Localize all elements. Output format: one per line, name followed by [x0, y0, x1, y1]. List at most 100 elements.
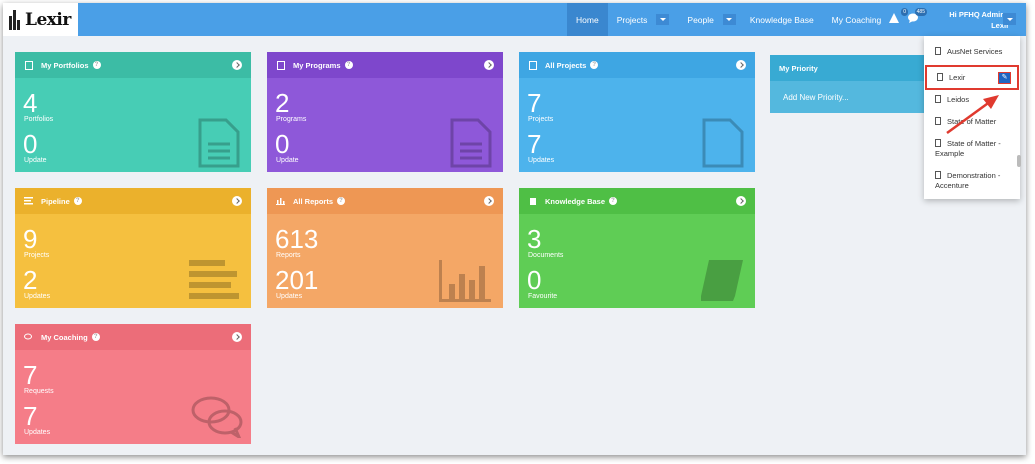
- org-option-label: Demonstration - Accenture: [935, 171, 1001, 190]
- card-title: Pipeline: [41, 196, 70, 206]
- help-icon[interactable]: ?: [73, 197, 82, 205]
- card-title: All Projects: [545, 60, 587, 70]
- book-watermark-icon: [701, 260, 743, 301]
- card-reports[interactable]: All Reports ? 613 Reports 201 Updates: [267, 188, 503, 308]
- building-icon: [935, 139, 941, 148]
- knowledge-favourite-label: Favourite: [528, 293, 558, 300]
- card-header: My Programs ?: [267, 52, 503, 78]
- building-icon: [937, 73, 943, 82]
- list-icon: [24, 197, 33, 206]
- dropdown-scrollbar[interactable]: [1017, 155, 1021, 167]
- pipeline-update-count: 2: [23, 265, 38, 295]
- portfolios-label: Portfolios: [24, 116, 54, 123]
- card-pipeline[interactable]: Pipeline ? 9 Projects 2 Updates: [15, 188, 251, 308]
- top-navbar: Lexir Home Projects People Knowledge Bas…: [3, 3, 1026, 36]
- user-menu[interactable]: Hi PFHQ Admin , Lexir: [927, 3, 1009, 36]
- alerts-button[interactable]: 0: [888, 8, 908, 25]
- card-portfolios[interactable]: My Portfolios ? 4 Portfolios 0 Update: [15, 52, 251, 172]
- card-programs[interactable]: My Programs ? 2 Programs 0 Update: [267, 52, 503, 172]
- nav-home[interactable]: Home: [567, 3, 608, 36]
- org-option[interactable]: Demonstration - Accenture: [924, 162, 1020, 194]
- annotation-arrow-icon: [946, 95, 999, 135]
- card-title: My Portfolios: [41, 60, 89, 70]
- help-icon[interactable]: ?: [91, 333, 100, 341]
- user-greeting: Hi PFHQ Admin ,: [949, 10, 1009, 19]
- programs-count: 2: [275, 88, 290, 118]
- card-projects[interactable]: All Projects ? 7 Projects 7 Updates: [519, 52, 755, 172]
- book-icon: [528, 197, 537, 206]
- people-dropdown-caret[interactable]: [722, 14, 736, 25]
- user-org: Lexir: [991, 21, 1009, 30]
- knowledge-count: 3: [527, 224, 542, 254]
- arrow-right-icon[interactable]: [232, 196, 242, 206]
- help-icon[interactable]: ?: [337, 197, 346, 205]
- app-window: Lexir Home Projects People Knowledge Bas…: [3, 3, 1026, 455]
- priority-title: My Priority: [779, 63, 818, 73]
- user-menu-caret[interactable]: [1003, 13, 1016, 25]
- arrow-right-icon[interactable]: [736, 196, 746, 206]
- help-icon[interactable]: ?: [609, 197, 618, 205]
- help-icon[interactable]: ?: [92, 61, 101, 69]
- nav-my-coaching[interactable]: My Coaching: [823, 3, 891, 36]
- arrow-right-icon[interactable]: [232, 332, 242, 342]
- pipeline-count: 9: [23, 224, 38, 254]
- nav-people[interactable]: People: [673, 3, 722, 36]
- projects-update-count: 7: [527, 129, 542, 159]
- help-icon[interactable]: ?: [590, 61, 599, 69]
- projects-dropdown-caret[interactable]: [656, 14, 670, 25]
- file-watermark-icon: [702, 118, 744, 168]
- list-watermark-icon: [189, 260, 239, 299]
- card-header: All Projects ?: [519, 52, 755, 78]
- add-priority-link[interactable]: Add New Priority...: [770, 81, 925, 113]
- nav-projects[interactable]: Projects: [608, 3, 657, 36]
- org-option-label: AusNet Services: [947, 47, 1003, 56]
- logo-text: Lexir: [25, 9, 71, 30]
- arrow-right-icon[interactable]: [484, 60, 494, 70]
- messages-button[interactable]: 485: [907, 8, 927, 25]
- messages-badge: 485: [914, 8, 927, 16]
- document-icon: [24, 60, 33, 70]
- logo-icon: [9, 9, 23, 30]
- knowledge-favourite-count: 0: [527, 265, 542, 295]
- bar-chart-watermark-icon: [439, 260, 491, 302]
- coaching-label: Requests: [24, 388, 54, 395]
- card-coaching[interactable]: My Coaching ? 7 Requests 7 Updates: [15, 324, 251, 444]
- main-nav: Home Projects People Knowledge Base My C…: [567, 3, 890, 36]
- arrow-right-icon[interactable]: [736, 60, 746, 70]
- projects-update-label: Updates: [528, 157, 555, 164]
- document-watermark-icon: [198, 118, 240, 168]
- card-title: All Reports: [293, 196, 334, 206]
- portfolios-update-label: Update: [24, 157, 47, 164]
- portfolios-count: 4: [23, 88, 38, 118]
- org-option-selected[interactable]: Lexir ✎: [925, 65, 1019, 90]
- card-knowledge-base[interactable]: Knowledge Base ? 3 Documents 0 Favourite: [519, 188, 755, 308]
- programs-update-label: Update: [276, 157, 299, 164]
- coaching-update-label: Updates: [24, 429, 51, 436]
- edit-pencil-icon[interactable]: ✎: [998, 72, 1011, 84]
- card-header: My Coaching ?: [15, 324, 251, 350]
- building-icon: [935, 95, 941, 104]
- programs-update-count: 0: [275, 129, 290, 159]
- card-header: Pipeline ?: [15, 188, 251, 214]
- arrow-right-icon[interactable]: [232, 60, 242, 70]
- reports-update-label: Updates: [276, 293, 303, 300]
- pipeline-update-label: Updates: [24, 293, 51, 300]
- projects-count: 7: [527, 88, 542, 118]
- card-title: My Programs: [293, 60, 341, 70]
- card-header: Knowledge Base ?: [519, 188, 755, 214]
- coaching-update-count: 7: [23, 401, 38, 431]
- reports-update-count: 201: [275, 265, 319, 295]
- projects-label: Projects: [528, 116, 554, 123]
- org-option[interactable]: AusNet Services: [924, 42, 1020, 60]
- comments-watermark-icon: [191, 396, 243, 438]
- arrow-right-icon[interactable]: [484, 196, 494, 206]
- bar-chart-icon: [276, 197, 285, 206]
- warning-icon: [889, 13, 899, 23]
- portfolios-update-count: 0: [23, 129, 38, 159]
- app-logo[interactable]: Lexir: [3, 3, 78, 36]
- document-watermark-icon: [450, 118, 492, 168]
- card-priority: My Priority Add New Priority...: [770, 55, 925, 113]
- help-icon[interactable]: ?: [344, 61, 353, 69]
- programs-label: Programs: [276, 116, 307, 123]
- nav-knowledge-base[interactable]: Knowledge Base: [740, 3, 823, 36]
